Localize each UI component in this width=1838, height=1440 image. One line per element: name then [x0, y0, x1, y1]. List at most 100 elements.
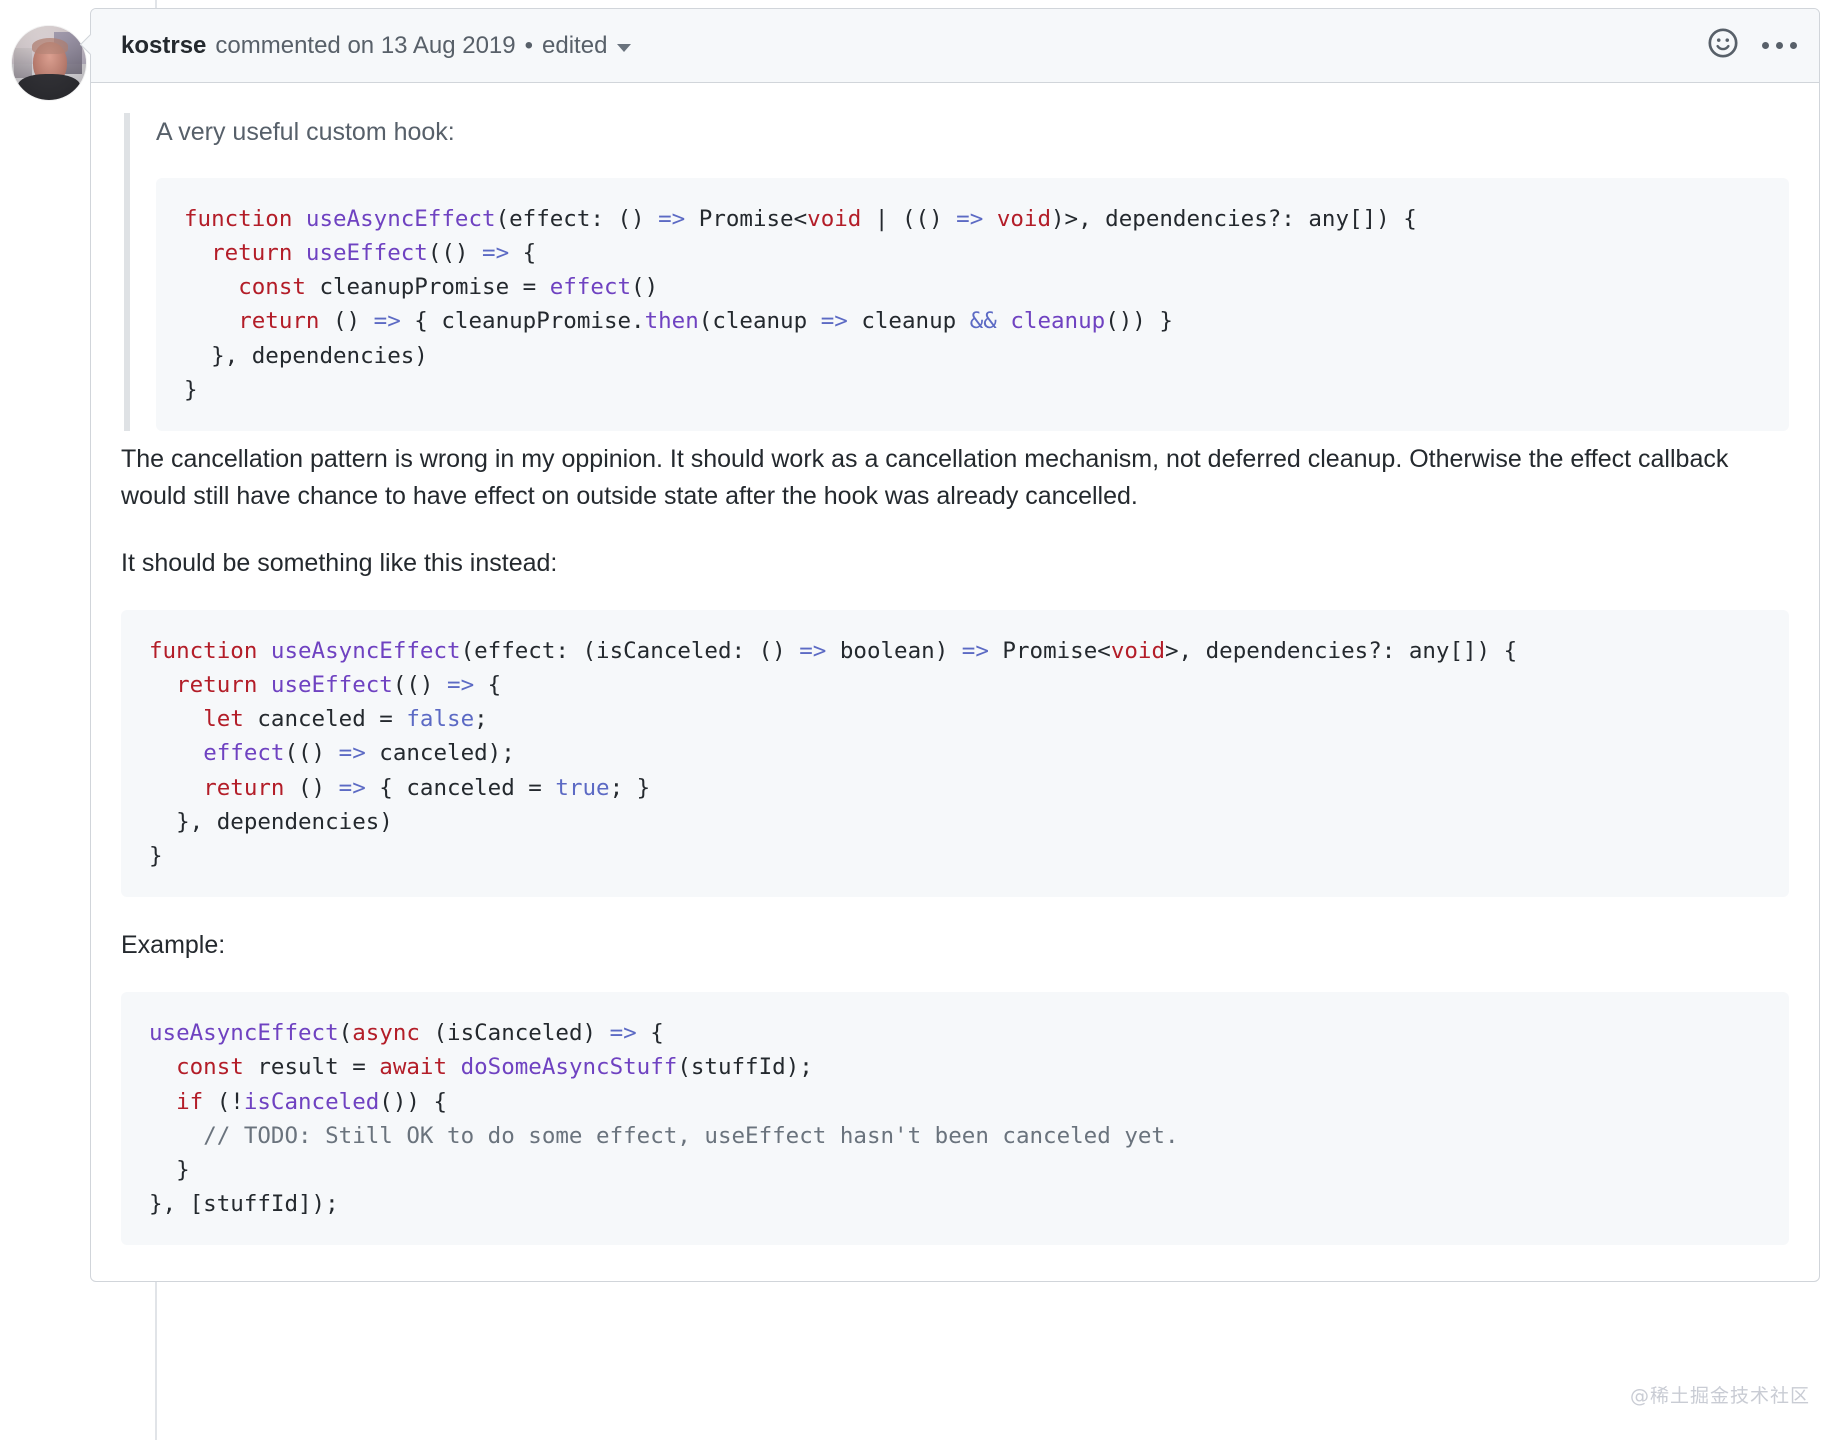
code-token: }: [149, 1156, 190, 1183]
code-token: (effect: (isCanceled: (): [460, 637, 800, 664]
code-token: useEffect: [270, 672, 393, 699]
code-token: result =: [257, 1054, 380, 1081]
code-token: isCanceled: [243, 1088, 380, 1115]
code-token: ((): [392, 672, 448, 699]
paragraph-example: Example:: [121, 931, 226, 960]
code-token: =>: [658, 205, 686, 232]
code-token: useEffect: [305, 239, 428, 266]
code-token: useAsyncEffect: [270, 637, 461, 664]
code-token: ;: [474, 706, 488, 733]
blockquote-text: A very useful custom hook:: [156, 118, 455, 146]
comment-actions: [1706, 26, 1797, 65]
comment-timestamp[interactable]: commented on 13 Aug 2019: [215, 33, 515, 58]
code-token: {: [636, 1020, 664, 1047]
code-token: (!: [216, 1088, 244, 1115]
code-token: return: [211, 239, 306, 266]
blockquote: A very useful custom hook: function useA…: [124, 113, 1789, 431]
code-token: { cleanupPromise.: [400, 308, 645, 335]
code-block-1[interactable]: function useAsyncEffect(effect: () => Pr…: [156, 177, 1789, 431]
code-token: =>: [820, 308, 848, 335]
code-token: false: [406, 706, 475, 733]
code-token: then: [644, 308, 699, 335]
comment-meta: kostrse commented on 13 Aug 2019 • edite…: [121, 33, 632, 58]
code-token: =>: [338, 774, 366, 801]
code-token: >, dependencies?: any[]) {: [1165, 637, 1518, 664]
code-token: ; }: [609, 774, 651, 801]
code-token: canceled =: [257, 706, 407, 733]
code-token: (): [631, 274, 659, 301]
code-token: ((): [427, 239, 483, 266]
comment-box: kostrse commented on 13 Aug 2019 • edite…: [90, 8, 1820, 1283]
code-token: cleanup: [847, 308, 970, 335]
comment-thread: kostrse commented on 13 Aug 2019 • edite…: [0, 0, 1838, 1283]
code-token: Promise<: [685, 205, 808, 232]
code-token: ()) {: [379, 1088, 448, 1115]
code-token: ()) }: [1105, 308, 1173, 335]
code-token: =>: [961, 637, 989, 664]
comment-author[interactable]: kostrse: [121, 33, 206, 58]
avatar[interactable]: [12, 26, 86, 100]
avatar-shading: [12, 26, 86, 100]
comment-header: kostrse commented on 13 Aug 2019 • edite…: [91, 9, 1819, 83]
code-token: (): [298, 774, 339, 801]
code-block-2[interactable]: function useAsyncEffect(effect: (isCance…: [121, 609, 1789, 898]
code-token: return: [176, 672, 271, 699]
code-token: effect: [549, 274, 632, 301]
code-token: effect: [203, 740, 285, 767]
code-token: =>: [338, 740, 366, 767]
code-token: )>, dependencies?: any[]) {: [1051, 205, 1417, 232]
paragraph-instead: It should be something like this instead…: [121, 548, 558, 577]
code-token: | ((): [861, 205, 957, 232]
code-token: return: [238, 308, 334, 335]
code-token: void: [1110, 637, 1165, 664]
watermark: @稀土掘金技术社区: [1629, 1385, 1810, 1407]
code-token: =>: [373, 308, 401, 335]
code-token: (): [333, 308, 374, 335]
code-token: const: [176, 1054, 258, 1081]
chevron-down-icon[interactable]: [617, 43, 632, 52]
code-token: cleanup: [1010, 308, 1106, 335]
code-token: (effect: (): [495, 205, 659, 232]
smiley-icon[interactable]: [1706, 26, 1740, 65]
code-token: boolean): [826, 637, 962, 664]
code-token: function: [149, 637, 271, 664]
code-token: (isCanceled): [433, 1020, 610, 1047]
code-token: let: [203, 706, 258, 733]
code-token: return: [203, 774, 299, 801]
comment-body: A very useful custom hook: function useA…: [91, 83, 1819, 1281]
code-token: {: [474, 672, 502, 699]
code-token: }, dependencies): [149, 808, 393, 835]
code-token: true: [555, 774, 610, 801]
code-token: async: [352, 1020, 434, 1047]
code-token: doSomeAsyncStuff: [460, 1054, 678, 1081]
code-token: (: [338, 1020, 353, 1047]
edited-label[interactable]: edited: [542, 33, 607, 58]
code-token: (stuffId);: [677, 1054, 813, 1081]
code-token: function: [184, 205, 306, 232]
code-token: }: [149, 843, 163, 869]
code-token: void: [996, 205, 1051, 232]
code-token: =>: [609, 1020, 637, 1047]
code-block-3[interactable]: useAsyncEffect(async (isCanceled) => { c…: [121, 992, 1789, 1246]
code-token: }, dependencies): [184, 342, 428, 369]
code-token: // TODO: Still OK to do some effect, use…: [203, 1122, 1179, 1149]
code-token: }, [stuffId]);: [149, 1191, 339, 1218]
code-token: if: [176, 1088, 217, 1115]
code-token: =>: [447, 672, 475, 699]
code-token: (cleanup: [698, 308, 821, 335]
code-token: void: [807, 205, 862, 232]
code-token: useAsyncEffect: [305, 205, 496, 232]
code-token: =>: [799, 637, 827, 664]
code-token: await: [379, 1054, 461, 1081]
kebab-horizontal-icon[interactable]: [1762, 42, 1797, 49]
